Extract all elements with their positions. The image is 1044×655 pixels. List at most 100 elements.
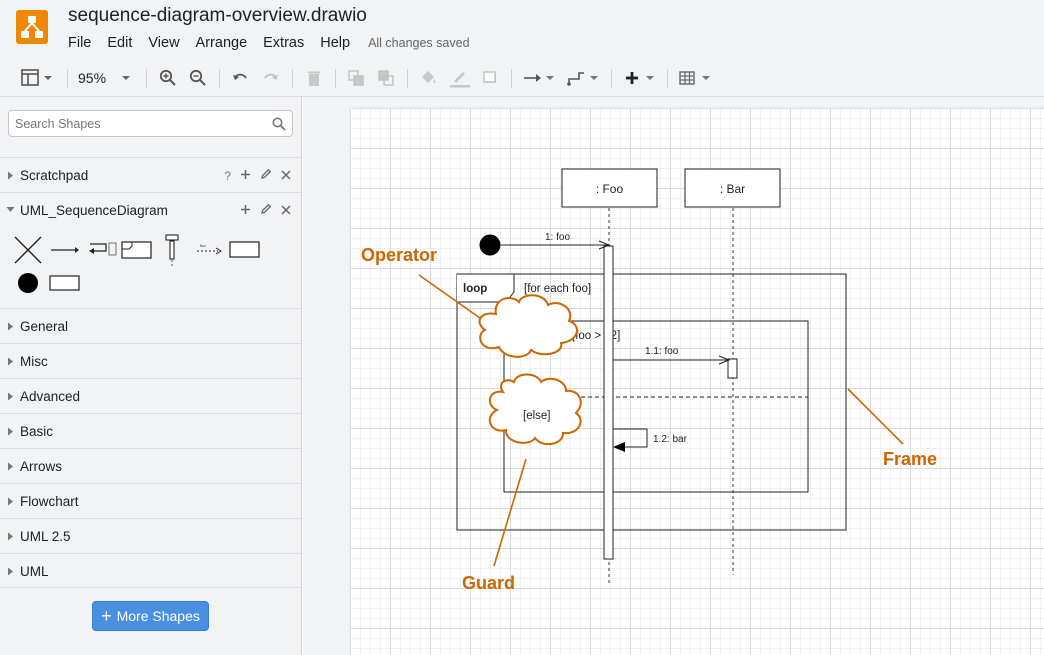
insert-button[interactable] bbox=[622, 66, 658, 90]
help-icon[interactable]: ? bbox=[224, 169, 231, 183]
menu-arrange[interactable]: Arrange bbox=[196, 35, 248, 51]
toolbar: 95% bbox=[0, 60, 1044, 97]
toolbar-separator bbox=[146, 69, 147, 88]
line-color-button[interactable] bbox=[449, 66, 471, 90]
diagram-page[interactable]: : Foo : Bar loop [for each foo] alt [foo… bbox=[351, 109, 1044, 655]
scratchpad-section[interactable]: Scratchpad ? bbox=[0, 157, 301, 192]
bar-lifeline-label: : Bar bbox=[720, 182, 745, 196]
plus-icon: + bbox=[101, 606, 112, 626]
foo-activation[interactable] bbox=[603, 245, 614, 560]
zoom-select[interactable]: 95% bbox=[78, 66, 136, 90]
search-box bbox=[8, 110, 293, 137]
save-status: All changes saved bbox=[368, 36, 470, 50]
close-icon[interactable] bbox=[281, 169, 291, 183]
section-basic[interactable]: Basic bbox=[0, 413, 301, 448]
scratchpad-label: Scratchpad bbox=[20, 168, 89, 183]
chevron-right-icon bbox=[8, 497, 13, 506]
uml-sequence-section[interactable]: UML_SequenceDiagram bbox=[0, 192, 301, 227]
edit-icon[interactable] bbox=[260, 168, 272, 183]
return-message-shape[interactable]: foo bbox=[196, 242, 222, 256]
initial-state-shape[interactable] bbox=[17, 272, 39, 294]
chevron-right-icon bbox=[8, 392, 13, 401]
section-general[interactable]: General bbox=[0, 308, 301, 343]
chevron-right-icon bbox=[8, 171, 13, 180]
close-icon[interactable] bbox=[281, 204, 291, 218]
zoom-value: 95% bbox=[78, 70, 107, 86]
menu-extras[interactable]: Extras bbox=[263, 35, 304, 51]
section-uml[interactable]: UML bbox=[0, 553, 301, 588]
redo-button[interactable] bbox=[261, 66, 281, 90]
menu-file[interactable]: File bbox=[68, 35, 91, 51]
section-advanced[interactable]: Advanced bbox=[0, 378, 301, 413]
document-title[interactable]: sequence-diagram-overview.drawio bbox=[68, 5, 367, 27]
message-1-label: 1: foo bbox=[545, 232, 570, 243]
initial-state[interactable] bbox=[479, 234, 501, 256]
waypoints-icon bbox=[567, 72, 598, 86]
bar-activation[interactable] bbox=[727, 358, 738, 379]
self-call-shape[interactable] bbox=[88, 241, 118, 259]
line-color-icon bbox=[450, 72, 470, 88]
fill-color-icon bbox=[422, 71, 436, 84]
self-call-line[interactable] bbox=[613, 428, 648, 448]
section-arrows[interactable]: Arrows bbox=[0, 448, 301, 483]
chevron-right-icon bbox=[8, 462, 13, 471]
search-input[interactable] bbox=[15, 115, 265, 133]
drawio-logo-icon[interactable] bbox=[16, 10, 48, 44]
edit-icon[interactable] bbox=[260, 203, 272, 218]
insert-icon bbox=[626, 72, 654, 84]
lifeline-shape[interactable] bbox=[163, 233, 181, 267]
table-icon bbox=[679, 71, 710, 85]
table-button[interactable] bbox=[678, 66, 712, 90]
activation-shape[interactable] bbox=[49, 274, 81, 292]
frame-shape[interactable] bbox=[229, 240, 261, 260]
zoom-in-button[interactable] bbox=[158, 66, 178, 90]
title-bar: sequence-diagram-overview.drawio File Ed… bbox=[0, 0, 1044, 60]
delete-button[interactable] bbox=[304, 66, 324, 90]
search-icon[interactable] bbox=[272, 117, 286, 131]
add-icon[interactable] bbox=[240, 169, 251, 183]
more-shapes-button[interactable]: + More Shapes bbox=[92, 601, 209, 631]
destruction-shape[interactable] bbox=[13, 235, 43, 265]
operator-cloud bbox=[478, 294, 578, 358]
section-label: Advanced bbox=[20, 389, 81, 404]
chevron-right-icon bbox=[8, 427, 13, 436]
section-label: Flowchart bbox=[20, 494, 79, 509]
connection-icon bbox=[524, 74, 554, 82]
section-misc[interactable]: Misc bbox=[0, 343, 301, 378]
shapes-sidebar: Scratchpad ? UML_SequenceDiagram bbox=[0, 97, 302, 655]
chevron-down-icon bbox=[122, 76, 131, 80]
menu-bar: File Edit View Arrange Extras Help All c… bbox=[68, 35, 470, 51]
to-back-button[interactable] bbox=[376, 66, 396, 90]
else-guard-label: [else] bbox=[523, 410, 551, 422]
undo-button[interactable] bbox=[230, 66, 250, 90]
canvas-area[interactable]: : Foo : Bar loop [for each foo] alt [foo… bbox=[303, 97, 1044, 655]
to-front-button[interactable] bbox=[346, 66, 366, 90]
operator-annotation: Operator bbox=[361, 245, 437, 265]
menu-view[interactable]: View bbox=[148, 35, 179, 51]
menu-edit[interactable]: Edit bbox=[107, 35, 132, 51]
chevron-right-icon bbox=[8, 567, 13, 576]
fill-color-button[interactable] bbox=[418, 66, 438, 90]
zoom-out-button[interactable] bbox=[188, 66, 208, 90]
section-label: Basic bbox=[20, 424, 54, 439]
connection-style-button[interactable] bbox=[522, 66, 556, 90]
undo-icon bbox=[233, 73, 247, 80]
menu-help[interactable]: Help bbox=[320, 35, 350, 51]
toolbar-separator bbox=[219, 69, 220, 88]
section-uml25[interactable]: UML 2.5 bbox=[0, 518, 301, 553]
sidebar-toggle-button[interactable] bbox=[20, 66, 58, 90]
message-shape[interactable] bbox=[50, 245, 80, 255]
waypoints-button[interactable] bbox=[566, 66, 600, 90]
loop-operator-label: loop bbox=[463, 283, 487, 295]
frame-annotation: Frame bbox=[883, 449, 937, 469]
section-label: UML 2.5 bbox=[20, 529, 71, 544]
section-flowchart[interactable]: Flowchart bbox=[0, 483, 301, 518]
self-call-label: 1.2: bar bbox=[653, 434, 688, 445]
shadow-button[interactable] bbox=[481, 66, 501, 90]
section-label: General bbox=[20, 319, 69, 334]
shape-palette: foo bbox=[0, 227, 301, 299]
add-icon[interactable] bbox=[240, 204, 251, 218]
chevron-right-icon bbox=[8, 532, 13, 541]
sequence-diagram[interactable]: : Foo : Bar loop [for each foo] alt [foo… bbox=[351, 109, 1044, 655]
combined-fragment-shape[interactable] bbox=[121, 239, 153, 261]
